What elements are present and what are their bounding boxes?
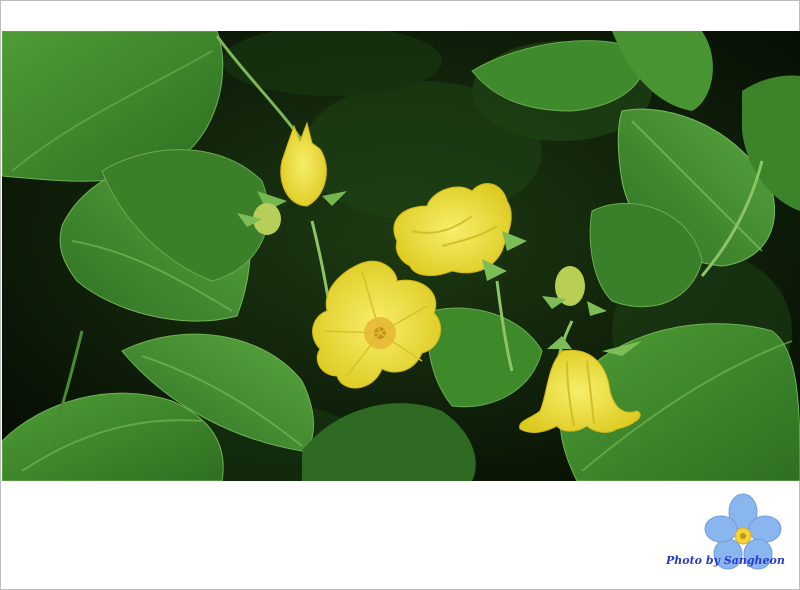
photo [2, 31, 800, 481]
image-frame: Photo by Sangheon [0, 0, 800, 590]
photo-illustration [2, 31, 800, 481]
watermark-petal-left [704, 515, 738, 543]
photo-credit: Photo by Sangheon [666, 554, 785, 567]
watermark-petal-right [748, 515, 782, 543]
blue-flower-icon [704, 493, 782, 570]
